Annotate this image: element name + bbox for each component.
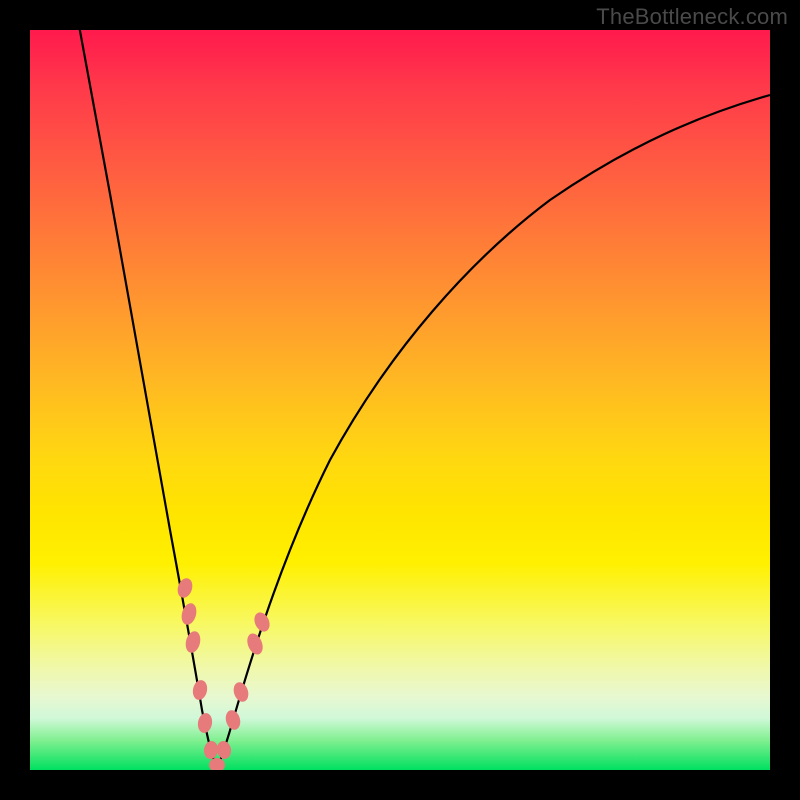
curve-marker [184,630,203,655]
curve-marker [203,740,219,760]
curve-marker [191,679,209,701]
curve-marker [252,610,273,634]
chart-svg [30,30,770,770]
marker-group [175,576,272,770]
curve-marker [231,680,250,703]
watermark-text: TheBottleneck.com [596,4,788,30]
curve-marker [179,601,199,626]
curve-marker [209,758,225,770]
curve-marker [224,708,243,731]
curve-marker [196,712,213,734]
curve-marker [216,740,233,760]
bottleneck-curve-right [217,95,770,768]
bottleneck-curve-left [78,30,217,768]
chart-plot-area [30,30,770,770]
curve-marker [244,631,265,657]
